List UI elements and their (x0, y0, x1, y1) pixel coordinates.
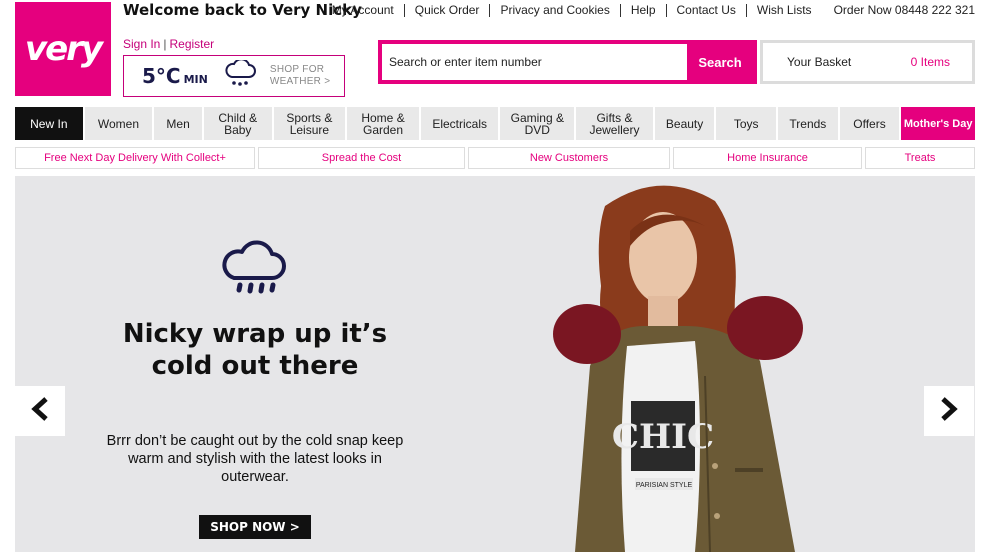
weather-label: WEATHER > (269, 76, 331, 87)
promo-links: Free Next Day Delivery With Collect+ Spr… (15, 147, 975, 169)
very-logo[interactable]: very (15, 2, 111, 96)
utility-links: My Account Quick Order Privacy and Cooki… (322, 4, 975, 17)
search-button[interactable]: Search (687, 44, 753, 80)
promo-free-delivery[interactable]: Free Next Day Delivery With Collect+ (15, 147, 255, 169)
nav-electricals[interactable]: Electricals (420, 107, 499, 140)
hero-banner[interactable]: Nicky wrap up it’s cold out there Brrr d… (15, 176, 975, 552)
promo-home-insurance[interactable]: Home Insurance (673, 147, 862, 169)
temperature-min-label: MIN (183, 72, 208, 86)
help-link[interactable]: Help (619, 4, 666, 17)
nav-mothers-day[interactable]: Mother's Day (901, 107, 975, 140)
search-bar: Search (378, 40, 757, 84)
hero-body-text: Brrr don’t be caught out by the cold sna… (106, 433, 404, 485)
rain-cloud-icon (224, 57, 256, 93)
nav-gifts-jewellery[interactable]: Gifts & Jewellery (576, 107, 653, 140)
carousel-next-button[interactable] (924, 386, 974, 436)
weather-widget[interactable]: 5°C MIN SHOP FOR WEATHER > (123, 55, 345, 97)
main-navigation: New In Women Men Child & Baby Sports & L… (15, 107, 975, 140)
logo-text: very (24, 29, 103, 69)
nav-new-in[interactable]: New In (15, 107, 83, 140)
promo-treats[interactable]: Treats (865, 147, 975, 169)
shirt-label-text: PARISIAN STYLE (636, 482, 693, 489)
nav-women[interactable]: Women (84, 107, 153, 140)
promo-spread-cost[interactable]: Spread the Cost (258, 147, 465, 169)
nav-trends[interactable]: Trends (778, 107, 838, 140)
basket-item-count: 0 Items (910, 55, 950, 69)
nav-child-baby[interactable]: Child & Baby (203, 107, 272, 140)
search-input[interactable] (382, 44, 687, 80)
temperature: 5°C (142, 64, 181, 88)
carousel-prev-button[interactable] (15, 386, 65, 436)
contact-us-link[interactable]: Contact Us (665, 4, 746, 17)
promo-new-customers[interactable]: New Customers (468, 147, 670, 169)
my-account-link[interactable]: My Account (322, 4, 404, 17)
chevron-left-icon (29, 396, 51, 427)
shop-for-weather-link[interactable]: SHOP FOR WEATHER > (270, 64, 331, 88)
link-separator: | (163, 37, 167, 51)
basket[interactable]: Your Basket 0 Items (760, 40, 975, 84)
rain-cloud-icon (220, 240, 290, 305)
sign-in-link[interactable]: Sign In (123, 37, 160, 51)
quick-order-link[interactable]: Quick Order (403, 4, 490, 17)
chevron-right-icon (938, 396, 960, 427)
nav-offers[interactable]: Offers (839, 107, 900, 140)
hero-headline: Nicky wrap up it’s cold out there (122, 319, 388, 381)
order-phone: Order Now 08448 222 321 (833, 3, 975, 17)
shirt-print-text: CHIC (612, 417, 714, 457)
nav-men[interactable]: Men (154, 107, 202, 140)
nav-beauty[interactable]: Beauty (654, 107, 715, 140)
privacy-cookies-link[interactable]: Privacy and Cookies (489, 4, 619, 17)
register-link[interactable]: Register (169, 37, 214, 51)
shop-now-button[interactable]: SHOP NOW > (199, 515, 311, 539)
shop-for-label: SHOP FOR (269, 64, 325, 75)
account-links: Sign In | Register (123, 37, 214, 51)
nav-toys[interactable]: Toys (716, 107, 777, 140)
model-photo: CHIC PARISIAN STYLE (535, 176, 835, 552)
basket-label: Your Basket (787, 55, 852, 69)
wish-lists-link[interactable]: Wish Lists (745, 4, 822, 17)
nav-sports-leisure[interactable]: Sports & Leisure (273, 107, 346, 140)
basket-inner: Your Basket 0 Items (763, 43, 972, 81)
nav-gaming-dvd[interactable]: Gaming & DVD (500, 107, 575, 140)
nav-home-garden[interactable]: Home & Garden (347, 107, 419, 140)
